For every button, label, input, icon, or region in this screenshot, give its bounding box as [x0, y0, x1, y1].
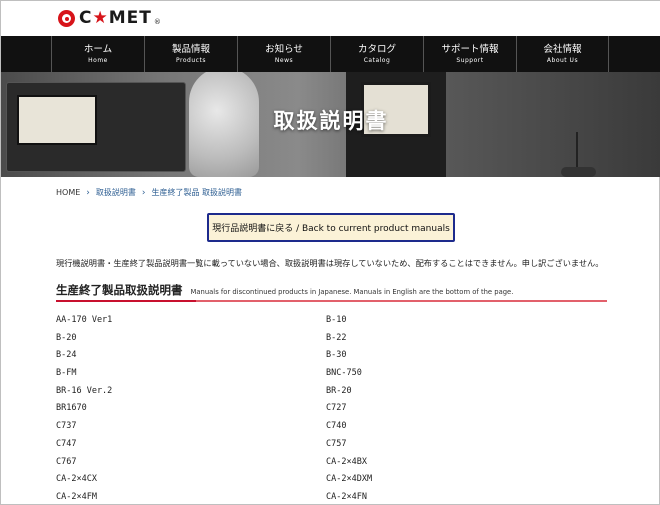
breadcrumb: HOME › 取扱説明書 › 生産終了製品 取扱説明書 [56, 187, 242, 198]
manual-link[interactable]: C757 [326, 437, 566, 455]
registered-mark: ® [153, 18, 161, 26]
manual-link[interactable]: CA-2×4FN [326, 490, 566, 505]
site-header: C★MET ® [1, 1, 660, 36]
manual-link[interactable]: B-20 [56, 331, 296, 349]
breadcrumb-current: 生産終了製品 取扱説明書 [151, 188, 243, 197]
logo-mark-icon [58, 9, 75, 27]
manual-link[interactable]: BR1670 [56, 401, 296, 419]
manual-link[interactable]: C740 [326, 419, 566, 437]
hero-banner: 取扱説明書 [1, 72, 660, 177]
manual-link[interactable]: CA-2×4FM [56, 490, 296, 505]
breadcrumb-separator-icon: › [86, 187, 90, 198]
manual-link[interactable]: BR-16 Ver.2 [56, 384, 296, 402]
page-title: 取扱説明書 [273, 109, 389, 133]
main-nav: ホーム Home 製品情報 Products お知らせ News カタログ Ca… [1, 36, 660, 72]
breadcrumb-manuals[interactable]: 取扱説明書 [96, 187, 136, 198]
comet-logo[interactable]: C★MET ® [58, 8, 161, 28]
section-divider [56, 300, 607, 302]
notice-text: 現行機説明書・生産終了製品説明書一覧に載っていない場合、取扱説明書は現存していな… [56, 258, 604, 268]
manual-link[interactable]: B-30 [326, 348, 566, 366]
breadcrumb-home[interactable]: HOME [56, 188, 80, 197]
manual-link[interactable]: C727 [326, 401, 566, 419]
manual-link[interactable]: C737 [56, 419, 296, 437]
logo-wordmark: C★MET [79, 8, 152, 28]
nav-item-news[interactable]: お知らせ News [237, 36, 330, 72]
section-subtitle: Manuals for discontinued products in Jap… [190, 288, 514, 296]
nav-item-catalog[interactable]: カタログ Catalog [330, 36, 423, 72]
manual-link[interactable]: BR-20 [326, 384, 566, 402]
manual-link[interactable]: BNC-750 [326, 366, 566, 384]
manual-link[interactable]: B-22 [326, 331, 566, 349]
manual-link[interactable]: B-FM [56, 366, 296, 384]
manual-link[interactable]: CA-2×4CX [56, 472, 296, 490]
back-to-current-manuals-button[interactable]: 現行品説明書に戻る / Back to current product manu… [207, 213, 455, 242]
nav-item-home[interactable]: ホーム Home [51, 36, 144, 72]
manual-link[interactable]: C747 [56, 437, 296, 455]
antenna-base-image [561, 167, 596, 177]
manual-link[interactable]: CA-2×4BX [326, 455, 566, 473]
nav-item-support[interactable]: サポート情報 Support [423, 36, 516, 72]
section-title: 生産終了製品取扱説明書 [56, 283, 183, 297]
breadcrumb-separator-icon: › [141, 187, 146, 198]
nav-item-about-us[interactable]: 会社情報 About Us [516, 36, 609, 72]
manual-list-right: B-10 B-22 B-30 BNC-750 BR-20 C727 C740 C… [326, 313, 566, 505]
manual-link[interactable]: B-10 [326, 313, 566, 331]
section-heading: 生産終了製品取扱説明書 Manuals for discontinued pro… [56, 282, 513, 298]
manual-link[interactable]: CA-2×4DXM [326, 472, 566, 490]
manual-link[interactable]: C767 [56, 455, 296, 473]
manual-list-left: AA-170 Ver1 B-20 B-24 B-FM BR-16 Ver.2 B… [56, 313, 296, 505]
manual-link[interactable]: B-24 [56, 348, 296, 366]
nav-item-products[interactable]: 製品情報 Products [144, 36, 237, 72]
manual-link[interactable]: AA-170 Ver1 [56, 313, 296, 331]
